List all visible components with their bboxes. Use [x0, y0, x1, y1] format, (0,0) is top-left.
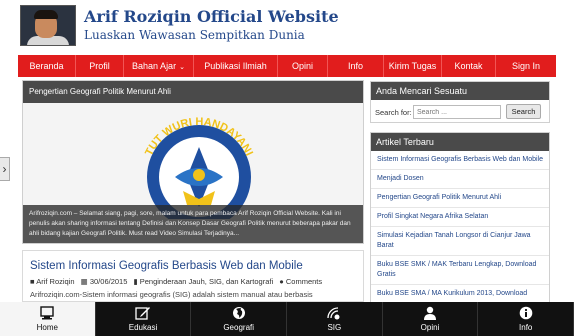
nav-item-bahan-ajar[interactable]: Bahan Ajar ⌄ — [124, 55, 194, 77]
bottom-nav-geografi[interactable]: Geografi — [191, 302, 288, 336]
nav-item-sign-in[interactable]: Sign In — [496, 55, 556, 77]
user-icon — [424, 306, 437, 320]
bottom-nav-label: SIG — [327, 323, 342, 332]
recent-posts-widget: Artikel Terbaru Sistem Informasi Geograf… — [370, 132, 550, 304]
chevron-down-icon: ⌄ — [179, 64, 185, 71]
bottom-nav-bar: Home Edukasi Geografi SIG Opini Info — [0, 302, 574, 336]
recent-post-link[interactable]: Sistem Informasi Geografis Berbasis Web … — [371, 151, 549, 170]
widget-title: Artikel Terbaru — [371, 133, 549, 151]
bottom-nav-label: Geografi — [223, 323, 255, 332]
bottom-nav-label: Home — [36, 323, 58, 332]
post-excerpt: Arifroziqin.com-Sistem informasi geograf… — [30, 290, 313, 299]
search-button[interactable]: Search — [506, 104, 541, 119]
widget-title: Anda Mencari Sesuatu — [371, 82, 549, 100]
avatar — [20, 5, 76, 46]
calendar-icon: ▦ — [80, 277, 88, 286]
site-title[interactable]: Arif Roziqin Official Website — [84, 7, 339, 26]
nav-item-publikasi-ilmiah[interactable]: Publikasi Ilmiah — [194, 55, 278, 77]
edit-icon — [135, 307, 150, 320]
post-card: Sistem Informasi Geografis Berbasis Web … — [22, 250, 364, 302]
satellite-icon — [327, 307, 340, 320]
bottom-nav-info[interactable]: Info — [478, 302, 574, 336]
nav-item-profil[interactable]: Profil — [76, 55, 124, 77]
bottom-nav-home[interactable]: Home — [0, 302, 96, 336]
nav-item-beranda[interactable]: Beranda — [18, 55, 76, 77]
post-meta: ■ Arif Roziqin ▦ 30/06/2015 ▮ Pengindera… — [30, 277, 322, 286]
bottom-nav-label: Opini — [420, 323, 440, 332]
bottom-nav-label: Info — [519, 323, 533, 332]
recent-post-link[interactable]: Simulasi Kejadian Tanah Longsor di Cianj… — [371, 227, 549, 256]
recent-post-link[interactable]: Profil Singkat Negara Afrika Selatan — [371, 208, 549, 227]
author-icon: ■ — [30, 277, 35, 286]
search-input[interactable] — [413, 105, 501, 119]
nav-item-kontak[interactable]: Kontak — [442, 55, 496, 77]
main-navbar: Beranda Profil Bahan Ajar ⌄ Publikasi Ilm… — [18, 55, 556, 77]
search-widget: Anda Mencari Sesuatu Search for: Search — [370, 81, 550, 123]
tut-wuri-handayani-logo: TUT WURI HANDAYANI — [143, 116, 255, 219]
search-label: Search for: — [375, 108, 412, 117]
post-categories[interactable]: Penginderaan Jauh, SIG, dan Kartografi — [140, 277, 273, 286]
post-date: 30/06/2015 — [89, 277, 128, 286]
info-icon — [519, 306, 532, 320]
recent-post-link[interactable]: Buku BSE SMK / MAK Terbaru Lengkap, Down… — [371, 256, 549, 285]
post-title[interactable]: Sistem Informasi Geografis Berbasis Web … — [30, 260, 303, 272]
featured-slider[interactable]: Pengertian Geografi Politik Menurut Ahli… — [22, 80, 364, 244]
home-icon — [40, 306, 55, 320]
post-author[interactable]: Arif Roziqin — [36, 277, 74, 286]
folder-icon: ▮ — [133, 277, 138, 286]
comment-icon: ● — [279, 277, 284, 286]
sidebar-toggle[interactable]: › — [0, 157, 10, 181]
post-comments[interactable]: Comments — [286, 277, 322, 286]
site-tagline: Luaskan Wawasan Sempitkan Dunia — [84, 28, 305, 42]
globe-icon — [232, 307, 245, 319]
chevron-right-icon: › — [2, 162, 7, 176]
bottom-nav-opini[interactable]: Opini — [383, 302, 479, 336]
nav-item-info[interactable]: Info — [328, 55, 384, 77]
recent-post-link[interactable]: Menjadi Dosen — [371, 170, 549, 189]
slider-title[interactable]: Pengertian Geografi Politik Menurut Ahli — [23, 81, 363, 103]
slider-caption: Arifroziqin.com – Selamat siang, pagi, s… — [23, 205, 363, 243]
nav-item-opini[interactable]: Opini — [278, 55, 328, 77]
bottom-nav-edukasi[interactable]: Edukasi — [96, 302, 192, 336]
bottom-nav-sig[interactable]: SIG — [287, 302, 383, 336]
bottom-nav-label: Edukasi — [128, 323, 158, 332]
site-header: Arif Roziqin Official Website Luaskan Wa… — [0, 0, 574, 56]
nav-item-kirim-tugas[interactable]: Kirim Tugas — [384, 55, 442, 77]
recent-post-link[interactable]: Pengertian Geografi Politik Menurut Ahli — [371, 189, 549, 208]
